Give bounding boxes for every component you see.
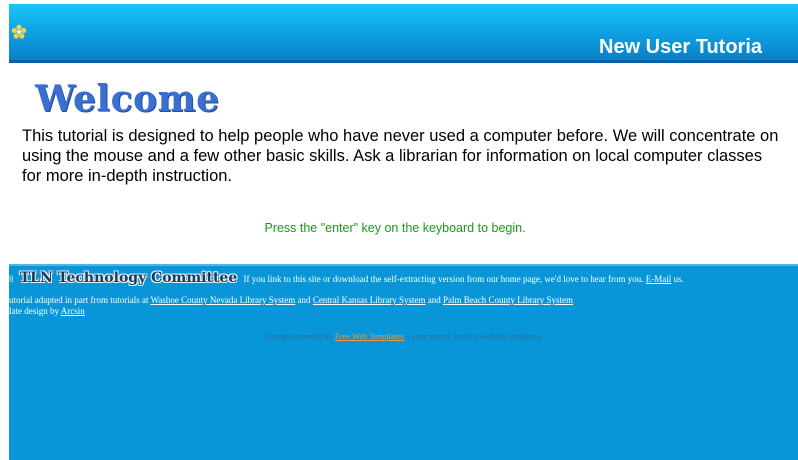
copyright-year: 8: [9, 274, 14, 284]
start-prompt: Press the "enter" key on the keyboard to…: [264, 221, 526, 235]
washoe-link[interactable]: Washoe County Nevada Library System: [151, 295, 296, 305]
site-footer: 8 TLN Technology Committee If you link t…: [9, 264, 798, 460]
and-text: and: [297, 295, 311, 305]
email-suffix: us.: [673, 274, 684, 284]
arcsin-link[interactable]: Arcsin: [61, 306, 85, 316]
template-credits: Design provided by Free Web Templates - …: [9, 331, 798, 341]
page-heading: Welcome: [35, 78, 220, 120]
intro-paragraph: This tutorial is designed to help people…: [22, 127, 779, 185]
flower-icon: [11, 24, 27, 39]
footer-design-row: late design by Arcsin: [9, 306, 85, 317]
footer-adapted-row: utorial adapted in part from tutorials a…: [9, 295, 573, 306]
site-header: New User Tutoria: [9, 4, 798, 60]
free-web-templates-link[interactable]: Free Web Templates: [335, 331, 404, 341]
header-divider: [9, 60, 798, 63]
email-link[interactable]: E-Mail: [646, 274, 672, 284]
design-prefix: late design by: [9, 306, 59, 316]
palm-beach-link[interactable]: Palm Beach County Library System: [443, 295, 573, 305]
footer-contact-row: 8 TLN Technology Committee If you link t…: [9, 268, 684, 289]
site-title: New User Tutoria: [599, 36, 762, 58]
link-note: If you link to this site or download the…: [243, 274, 644, 284]
credits-suffix: - your source for free website templates: [406, 331, 542, 341]
and-text: and: [427, 295, 441, 305]
committee-name: TLN Technology Committee: [19, 270, 238, 286]
credits-prefix: Design provided by: [265, 331, 333, 341]
central-kansas-link[interactable]: Central Kansas Library System: [313, 295, 426, 305]
adapted-prefix: utorial adapted in part from tutorials a…: [9, 295, 149, 305]
